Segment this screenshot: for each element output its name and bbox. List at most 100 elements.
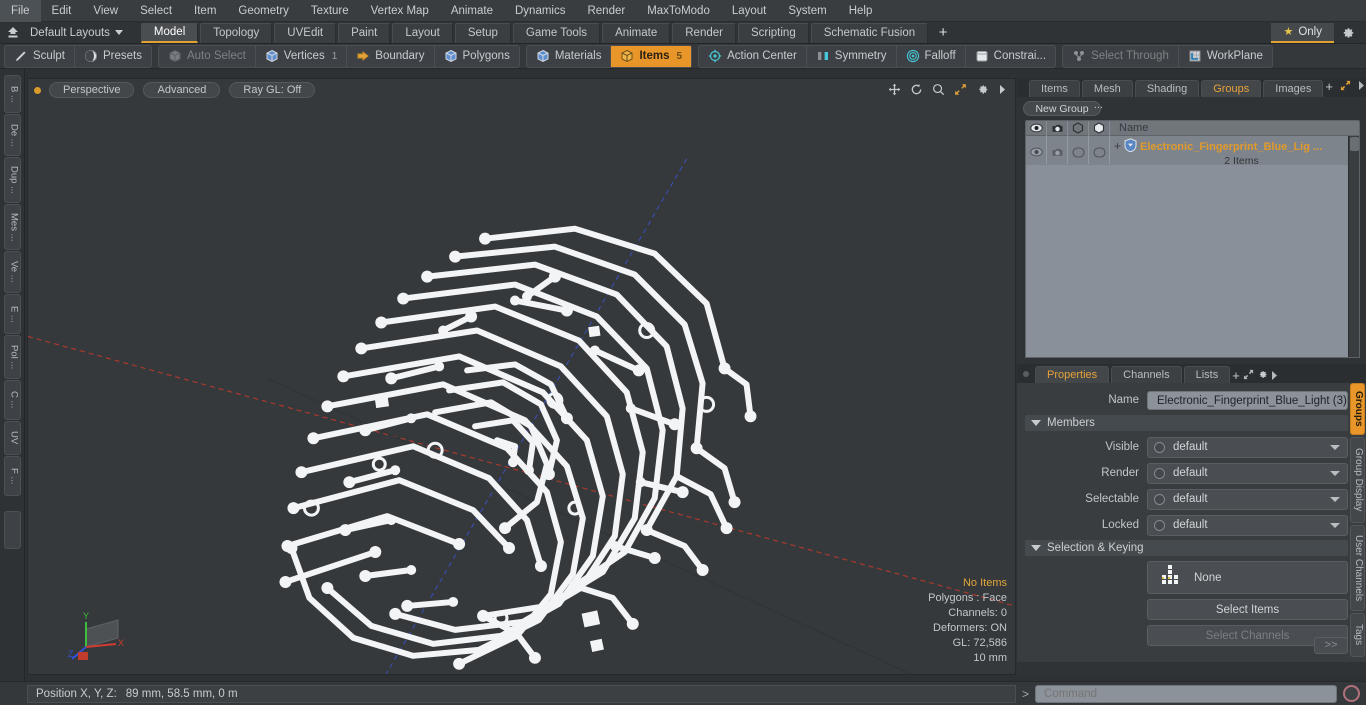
auto-select-button[interactable]: Auto Select (159, 45, 256, 67)
menu-item-view[interactable]: View (82, 0, 129, 22)
command-input[interactable] (1035, 684, 1337, 703)
groups-grid-body[interactable]: + Electronic_Fingerprint_Blue_Lig ... 2 … (1025, 136, 1360, 358)
left-tab-vertex[interactable]: Ve ... (3, 251, 21, 293)
properties-menu-dot[interactable] (1023, 371, 1029, 377)
select-through-button[interactable]: Select Through (1063, 45, 1179, 67)
keying-set-button[interactable]: None (1147, 561, 1348, 594)
menu-item-texture[interactable]: Texture (300, 0, 360, 22)
tab-uvedit[interactable]: UVEdit (274, 22, 337, 43)
left-tab-fusion[interactable]: F ... (3, 456, 21, 496)
side-tab-group-display[interactable]: Group Display (1350, 437, 1365, 523)
selection-keying-section-header[interactable]: Selection & Keying (1025, 540, 1348, 556)
tab-topology[interactable]: Topology (200, 22, 273, 43)
move-icon[interactable] (888, 83, 901, 99)
panel-tab-groups[interactable]: Groups (1201, 80, 1262, 97)
menu-item-system[interactable]: System (777, 0, 837, 22)
menu-item-maxtomodo[interactable]: MaxToModo (636, 0, 721, 22)
members-section-header[interactable]: Members (1025, 415, 1348, 431)
new-group-button[interactable]: New Group (1023, 101, 1101, 116)
properties-expand-icon[interactable] (1243, 369, 1254, 383)
menu-item-select[interactable]: Select (129, 0, 183, 22)
tab-game-tools[interactable]: Game Tools (512, 22, 601, 43)
properties-add-tab-button[interactable]: + (1232, 368, 1240, 383)
row-selectable-toggle[interactable] (1068, 136, 1089, 164)
menu-item-file[interactable]: File (0, 0, 41, 22)
panel-tab-shading[interactable]: Shading (1134, 80, 1200, 97)
symmetry-button[interactable]: Symmetry (807, 45, 897, 67)
menu-item-geometry[interactable]: Geometry (227, 0, 300, 22)
panel-tab-items[interactable]: Items (1029, 80, 1080, 97)
tab-paint[interactable]: Paint (338, 22, 391, 43)
row-name-cell[interactable]: + Electronic_Fingerprint_Blue_Lig ... 2 … (1110, 136, 1359, 167)
left-tab-curve[interactable]: C ... (3, 380, 21, 420)
menu-item-render[interactable]: Render (576, 0, 636, 22)
tab-channels[interactable]: Channels (1111, 366, 1182, 383)
render-dropdown[interactable]: default (1147, 462, 1348, 484)
row-visible-toggle[interactable] (1026, 136, 1047, 164)
default-layouts-dropdown[interactable]: Default Layouts (26, 27, 129, 39)
gear-icon[interactable] (1334, 26, 1362, 40)
menu-item-dynamics[interactable]: Dynamics (504, 0, 576, 22)
tab-model[interactable]: Model (140, 22, 199, 43)
groups-grid-scrollbar[interactable] (1348, 136, 1359, 357)
viewport-perspective-button[interactable]: Perspective (49, 82, 135, 98)
vertices-button[interactable]: Vertices 1 (256, 45, 348, 67)
left-tab-extra[interactable] (3, 511, 21, 549)
left-tab-mesh-edit[interactable]: Mes ... (3, 204, 21, 250)
tab-lists[interactable]: Lists (1183, 366, 1231, 383)
3d-viewport[interactable]: Perspective Advanced Ray GL: Off Y X Z N… (27, 78, 1016, 675)
properties-gear-icon[interactable] (1257, 371, 1268, 383)
tab-scripting[interactable]: Scripting (737, 22, 809, 43)
panel-add-tab-button[interactable]: + (1325, 79, 1333, 94)
left-tab-edge[interactable]: E ... (3, 294, 21, 334)
tab-setup[interactable]: Setup (454, 22, 511, 43)
side-tab-tags[interactable]: Tags (1350, 613, 1365, 657)
menu-item-layout[interactable]: Layout (721, 0, 778, 22)
chevron-right-icon[interactable] (998, 84, 1007, 98)
menu-item-vertex-map[interactable]: Vertex Map (360, 0, 440, 22)
sculpt-button[interactable]: Sculpt (5, 45, 75, 67)
panel-chevron-right-icon[interactable] (1358, 80, 1365, 93)
fit-icon[interactable] (954, 83, 967, 99)
visible-dropdown[interactable]: default (1147, 436, 1348, 458)
presets-button[interactable]: Presets (75, 46, 151, 67)
locked-dropdown[interactable]: default (1147, 514, 1348, 536)
tab-schematic-fusion[interactable]: Schematic Fusion (810, 22, 929, 43)
falloff-button[interactable]: Falloff (897, 45, 966, 67)
select-items-button[interactable]: Select Items (1147, 599, 1348, 620)
rotate-icon[interactable] (910, 83, 923, 99)
left-tab-polygon[interactable]: Pol ... (3, 335, 21, 379)
row-expand-button[interactable]: + (1114, 138, 1121, 153)
table-row[interactable]: + Electronic_Fingerprint_Blue_Lig ... 2 … (1026, 136, 1359, 167)
materials-button[interactable]: Materials (527, 45, 612, 67)
left-tab-uv[interactable]: UV (3, 421, 21, 455)
side-tab-groups[interactable]: Groups (1350, 383, 1365, 435)
add-tab-button[interactable]: + (930, 23, 956, 43)
expand-more-button[interactable]: >> (1314, 637, 1348, 654)
viewport-advanced-button[interactable]: Advanced (143, 82, 221, 98)
menu-item-item[interactable]: Item (183, 0, 227, 22)
menu-item-help[interactable]: Help (838, 0, 884, 22)
side-tab-user-channels[interactable]: User Channels (1350, 525, 1365, 611)
tab-render[interactable]: Render (672, 22, 736, 43)
left-tab-basic[interactable]: B ... (3, 75, 21, 113)
boundary-button[interactable]: Boundary (347, 45, 435, 67)
only-toggle-button[interactable]: ★ Only (1271, 22, 1334, 43)
home-up-icon[interactable] (0, 22, 26, 44)
tab-animate[interactable]: Animate (602, 22, 671, 43)
panel-expand-icon[interactable] (1340, 80, 1351, 94)
group-name-field[interactable]: Electronic_Fingerprint_Blue_Light (3) (1147, 390, 1348, 410)
properties-chevron-right-icon[interactable] (1271, 371, 1278, 383)
selectable-dropdown[interactable]: default (1147, 488, 1348, 510)
gear-icon[interactable] (976, 83, 989, 99)
row-render-toggle[interactable] (1047, 136, 1068, 164)
polygons-button[interactable]: Polygons (435, 46, 519, 67)
items-button[interactable]: Items 5 (611, 45, 692, 67)
scrollbar-thumb[interactable] (1350, 137, 1359, 151)
viewport-raygl-button[interactable]: Ray GL: Off (229, 82, 316, 98)
tab-properties[interactable]: Properties (1035, 366, 1110, 383)
tab-layout[interactable]: Layout (392, 22, 453, 43)
row-lock-toggle[interactable] (1089, 136, 1110, 164)
left-tab-deform[interactable]: De ... (3, 114, 21, 156)
zoom-icon[interactable] (932, 83, 945, 99)
